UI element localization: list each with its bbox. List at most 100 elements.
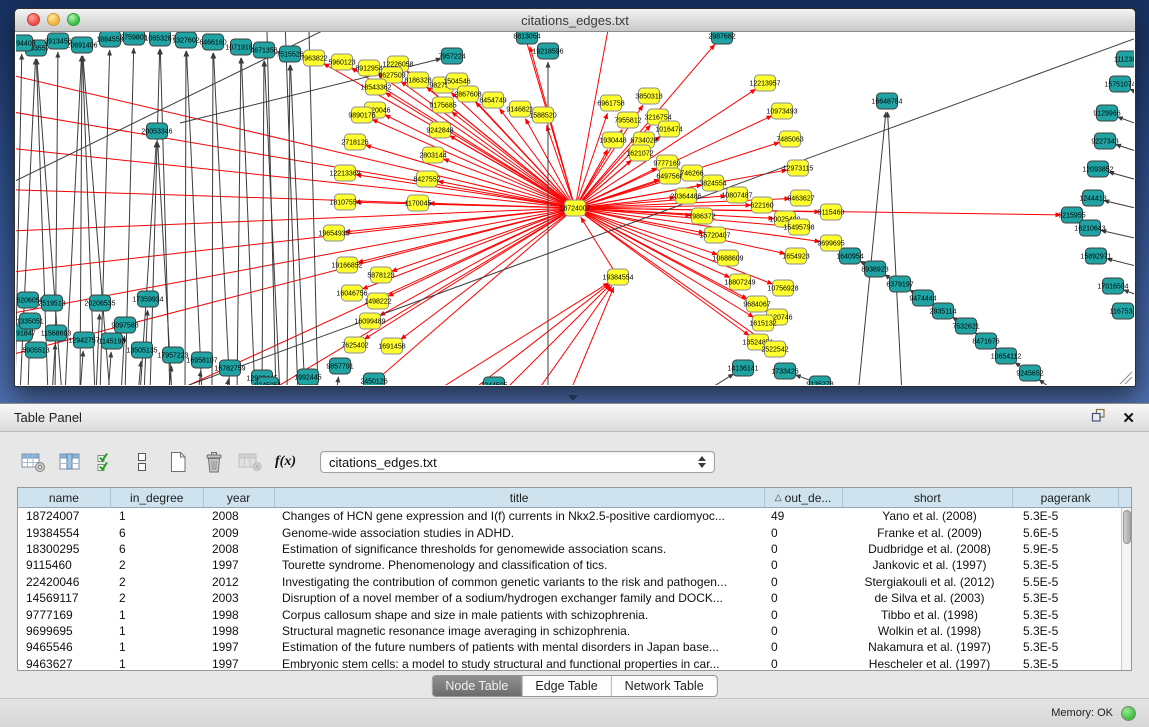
graph-node[interactable]: 2987682 xyxy=(708,32,735,44)
table-scrollbar[interactable] xyxy=(1121,508,1131,670)
graph-node[interactable]: 8186328 xyxy=(404,72,431,88)
graph-node[interactable]: 7955812 xyxy=(614,112,641,128)
graph-node[interactable]: 17016504 xyxy=(1097,278,1128,294)
graph-node[interactable]: 14136141 xyxy=(727,360,758,376)
graph-node[interactable]: 9115460 xyxy=(818,204,845,220)
graph-node[interactable]: 16648784 xyxy=(871,93,902,109)
graph-node[interactable]: 9245051 xyxy=(254,377,281,385)
graph-node[interactable]: 17957223 xyxy=(157,347,188,363)
panel-collapse-handle[interactable] xyxy=(568,395,578,401)
graph-node[interactable]: 9857791 xyxy=(326,358,353,374)
graph-node[interactable]: 1244413 xyxy=(1079,190,1106,206)
table-row[interactable]: 946362711997Embryonic stem cells: a mode… xyxy=(18,656,1121,670)
graph-node[interactable]: 3824554 xyxy=(699,175,726,191)
graph-node[interactable]: 11568693 xyxy=(41,325,72,341)
scrollbar-thumb[interactable] xyxy=(1123,510,1131,544)
graph-node[interactable]: 9135278 xyxy=(806,376,833,385)
graph-node[interactable]: 12213369 xyxy=(329,165,360,181)
table-row[interactable]: 1456911722003Disruption of a novel membe… xyxy=(18,590,1121,606)
graph-node[interactable]: 9242848 xyxy=(426,122,453,138)
graph-node[interactable]: 7986372 xyxy=(688,208,715,224)
graph-node[interactable]: 1615132 xyxy=(749,315,776,331)
graph-node[interactable]: 10688609 xyxy=(712,250,743,266)
graph-node[interactable]: 7532621 xyxy=(952,318,979,334)
float-panel-icon[interactable] xyxy=(1091,408,1106,428)
graph-node[interactable]: 7963822 xyxy=(300,50,327,66)
graph-node[interactable]: 9463627 xyxy=(787,190,814,206)
column-header-out_de[interactable]: △out_de... xyxy=(765,488,843,507)
column-header-year[interactable]: year xyxy=(204,488,275,507)
graph-node[interactable]: 9129966 xyxy=(1093,105,1120,121)
graph-node[interactable]: 8471676 xyxy=(972,333,999,349)
graph-node[interactable]: 19218596 xyxy=(532,43,563,59)
graph-node[interactable]: 20206535 xyxy=(84,295,115,311)
graph-node[interactable]: 9175685 xyxy=(429,97,456,113)
delete-column-button[interactable] xyxy=(200,450,227,474)
graph-node[interactable]: 12093852 xyxy=(1082,161,1113,177)
table-row[interactable]: 2242004622012Investigating the contribut… xyxy=(18,574,1121,590)
tab-network-table[interactable]: Network Table xyxy=(612,676,717,696)
graph-node[interactable]: 2718126 xyxy=(341,134,368,150)
row-options-button[interactable] xyxy=(128,450,155,474)
table-row[interactable]: 1938455462009Genome-wide association stu… xyxy=(18,524,1121,540)
graph-node[interactable]: 9227343 xyxy=(1091,133,1118,149)
graph-node[interactable]: 7485063 xyxy=(776,131,803,147)
graph-node[interactable]: 2867608 xyxy=(454,86,481,102)
graph-node[interactable]: 1930448 xyxy=(599,132,626,148)
graph-node[interactable]: 1170045 xyxy=(405,195,432,211)
column-header-in_degree[interactable]: in_degree xyxy=(111,488,204,507)
table-row[interactable]: 1830029562008Estimation of significance … xyxy=(18,541,1121,557)
table-select-dropdown[interactable]: citations_edges.txt xyxy=(320,451,715,473)
network-canvas[interactable]: 1872400719384554249355720691406188455927… xyxy=(16,32,1134,385)
table-row[interactable]: 946554611997Estimation of the future num… xyxy=(18,639,1121,655)
table-settings-button[interactable] xyxy=(20,450,47,474)
graph-node[interactable]: 1112384 xyxy=(1114,51,1134,67)
table-row[interactable]: 911546021997Tourette syndrome. Phenomeno… xyxy=(18,557,1121,573)
graph-node[interactable]: 4671358 xyxy=(250,42,277,58)
graph-node[interactable]: 6466160 xyxy=(199,34,226,50)
table-row[interactable]: 977716911998Corpus callosum shape and si… xyxy=(18,606,1121,622)
graph-node[interactable]: 12973115 xyxy=(783,160,814,176)
graph-node[interactable]: 8813054 xyxy=(513,32,540,44)
graph-node[interactable]: 622160 xyxy=(750,197,773,213)
function-builder-button[interactable]: f(x) xyxy=(272,450,299,474)
graph-node[interactable]: 9474444 xyxy=(909,290,936,306)
graph-node[interactable]: 1654923 xyxy=(782,248,809,264)
table-row[interactable]: 969969511998Structural magnetic resonanc… xyxy=(18,623,1121,639)
graph-node[interactable]: 9699695 xyxy=(817,235,844,251)
graph-node[interactable]: 15892971 xyxy=(1080,248,1111,264)
tab-edge-table[interactable]: Edge Table xyxy=(522,676,611,696)
graph-node[interactable]: 1691458 xyxy=(378,338,405,354)
graph-node[interactable]: 18807249 xyxy=(724,274,755,290)
graph-node[interactable]: 10756928 xyxy=(767,280,798,296)
close-window-button[interactable] xyxy=(27,13,40,26)
graph-node[interactable]: 8938923 xyxy=(861,261,888,277)
graph-node[interactable]: 16958107 xyxy=(186,352,217,368)
memory-status-indicator[interactable] xyxy=(1121,706,1136,721)
column-visibility-button[interactable] xyxy=(56,450,83,474)
graph-node[interactable]: 1621072 xyxy=(626,145,653,161)
network-graph[interactable]: 1872400719384554249355720691406188455927… xyxy=(16,32,1134,385)
graph-node[interactable]: 2803144 xyxy=(419,147,446,163)
graph-node[interactable]: 1327602 xyxy=(172,32,199,48)
column-select-button[interactable] xyxy=(92,450,119,474)
graph-node[interactable]: 2519513 xyxy=(38,295,65,311)
window-resize-grip[interactable] xyxy=(1120,372,1132,384)
column-header-short[interactable]: short xyxy=(843,488,1014,507)
graph-node[interactable]: 3850318 xyxy=(635,88,662,104)
graph-node[interactable]: 6379197 xyxy=(886,276,913,292)
table-row[interactable]: 1872400712008Changes of HCN gene express… xyxy=(18,508,1121,524)
graph-node[interactable]: 10654112 xyxy=(991,348,1022,364)
graph-node[interactable]: 8454749 xyxy=(479,92,506,108)
graph-node[interactable]: 1498222 xyxy=(364,293,391,309)
graph-node[interactable]: 13505135 xyxy=(126,342,157,358)
graph-node[interactable]: 16046756 xyxy=(336,285,367,301)
delete-table-button[interactable] xyxy=(236,450,263,474)
graph-node[interactable]: 10653287 xyxy=(144,32,175,46)
graph-node[interactable]: 20053346 xyxy=(141,123,172,139)
close-panel-icon[interactable]: ✕ xyxy=(1122,409,1135,427)
graph-node[interactable]: 18107554 xyxy=(329,194,360,210)
graph-node[interactable]: 12213957 xyxy=(749,75,780,91)
graph-node[interactable]: 15751074 xyxy=(1104,76,1134,92)
graph-node[interactable]: 1733426 xyxy=(771,363,798,379)
